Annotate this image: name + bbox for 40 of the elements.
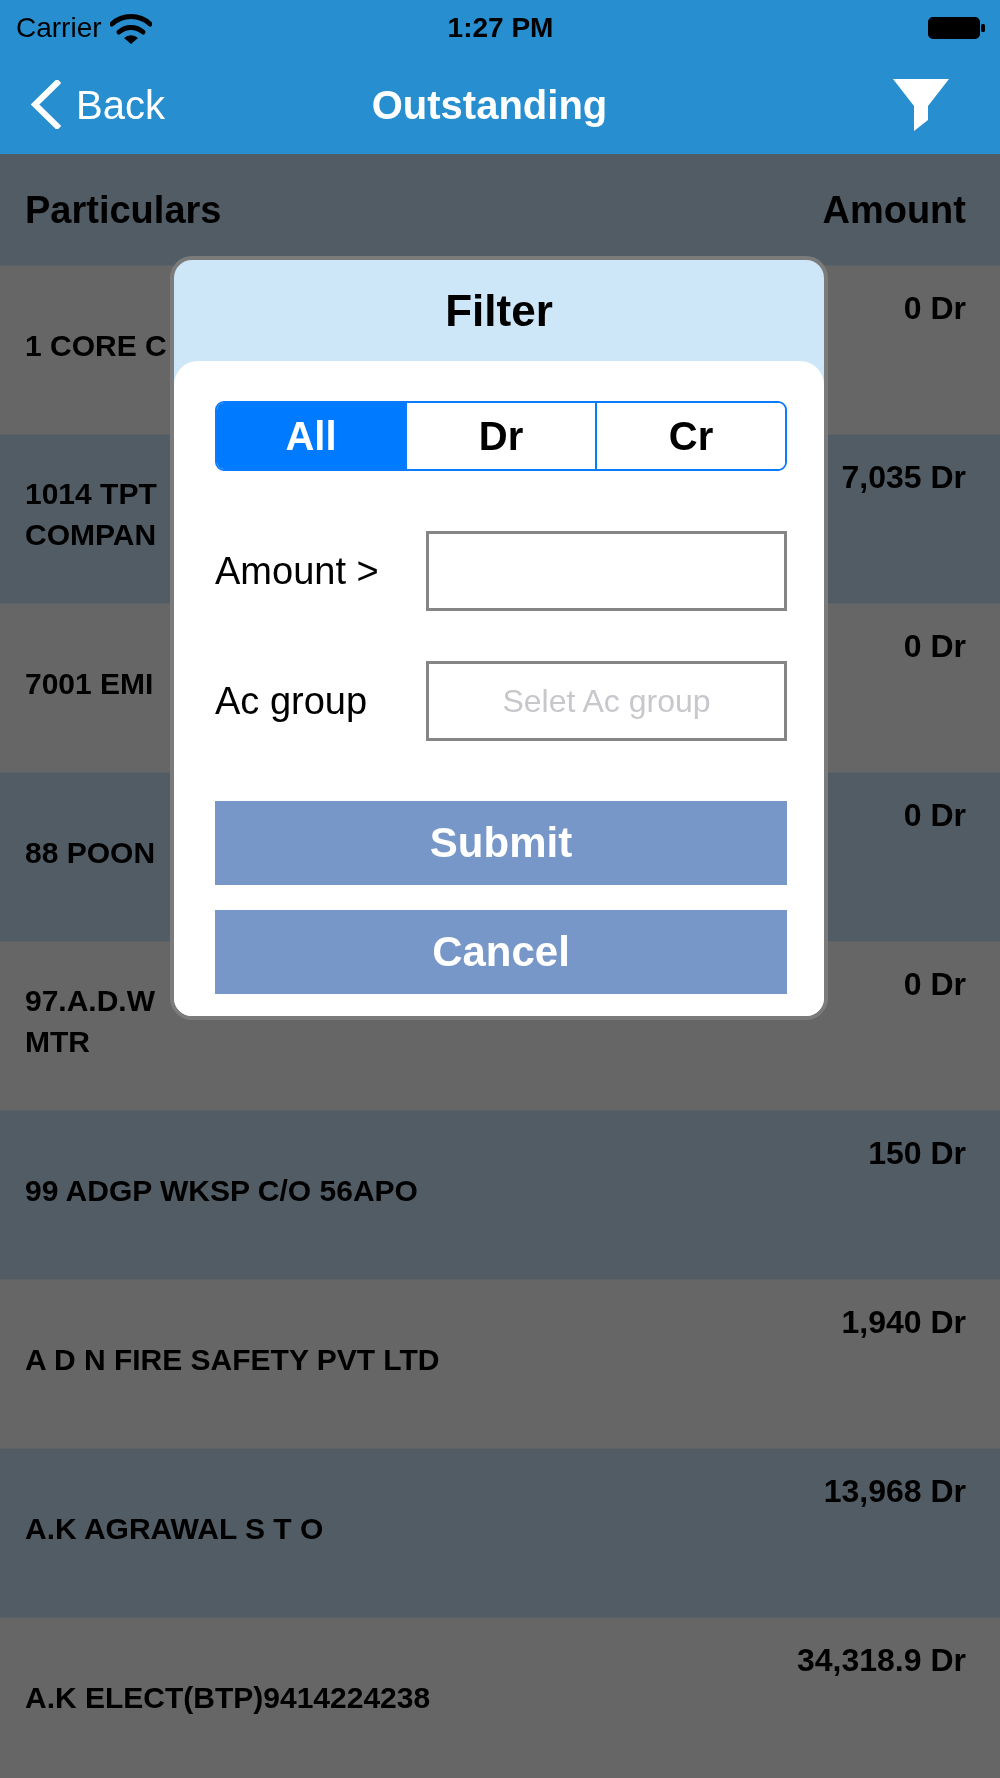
field-label: Ac group — [215, 682, 368, 720]
segment-tab[interactable]: Cr — [595, 403, 785, 469]
submit-button[interactable]: Submit — [215, 801, 787, 885]
particulars-cell-text: A.K ELECT(BTP)9414224238 — [25, 1679, 431, 1716]
amount-cell: 1,940 Dr — [841, 1306, 966, 1338]
amount-cell: 0 Dr — [903, 799, 966, 831]
amount-cell: 34,318.9 Dr — [797, 1644, 966, 1676]
particulars-cell-text: 97.A.D.W MTR — [25, 983, 156, 1060]
amount-cell: 0 Dr — [903, 968, 966, 1000]
carrier-label: Carrier — [16, 13, 102, 42]
particulars-cell-text: 1014 TPT COMPAN — [25, 476, 157, 553]
particulars-cell-text: 1 CORE C — [25, 327, 167, 364]
amount-cell: 7,035 Dr — [841, 461, 966, 493]
amount-cell: 150 Dr — [868, 1137, 966, 1169]
ac-group-field[interactable]: Selet Ac group — [426, 661, 787, 741]
battery-icon — [928, 16, 985, 39]
particulars-cell-text: A D N FIRE SAFETY PVT LTD — [25, 1341, 440, 1378]
amount-cell: 0 Dr — [903, 292, 966, 324]
column-header: Particulars — [25, 190, 222, 229]
chevron-left-icon — [30, 80, 61, 129]
column-header: Amount — [822, 190, 966, 229]
particulars-cell-text: 7001 EMI — [25, 665, 154, 702]
field-label: Amount > — [215, 552, 379, 590]
particulars-cell-text: A.K AGRAWAL S T O — [25, 1510, 324, 1547]
page-title: Outstanding — [371, 84, 608, 125]
amount-cell: 13,968 Dr — [823, 1475, 966, 1507]
particulars-cell-text: 88 POON — [25, 834, 156, 871]
particulars-cell-text: 99 ADGP WKSP C/O 56APO — [25, 1172, 418, 1209]
back-button[interactable]: Back — [30, 80, 165, 129]
funnel-icon — [893, 78, 949, 131]
amount-field[interactable] — [426, 531, 787, 611]
table-row[interactable]: A.K AGRAWAL S T O 13,968 Dr — [0, 1448, 1000, 1617]
table-row[interactable]: 99 ADGP WKSP C/O 56APO 150 Dr — [0, 1110, 1000, 1279]
filter-button[interactable] — [893, 78, 949, 131]
amount-cell: 0 Dr — [903, 630, 966, 662]
wifi-icon — [109, 11, 152, 44]
time-label: 1:27 PM — [447, 13, 554, 42]
segment-tab[interactable]: All — [217, 403, 405, 469]
cancel-button[interactable]: Cancel — [215, 910, 787, 994]
dialog-title: Filter — [445, 288, 553, 333]
